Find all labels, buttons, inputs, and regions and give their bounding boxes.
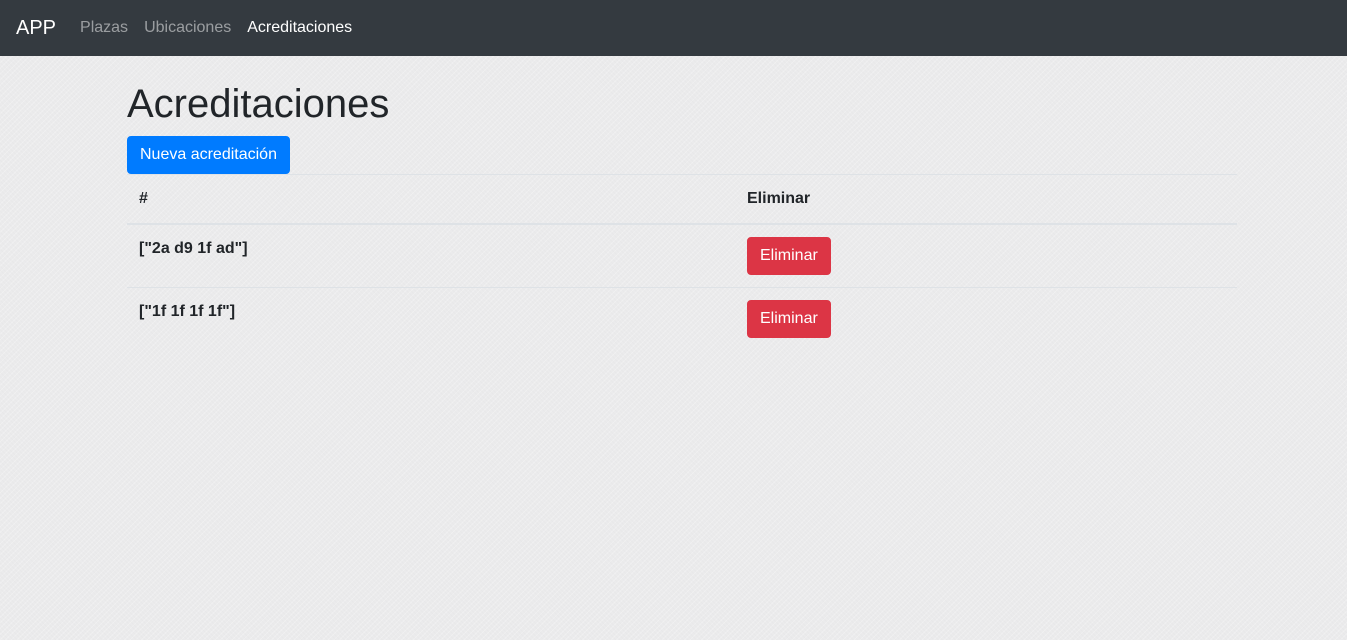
table-row: ["2a d9 1f ad"] Eliminar (127, 223, 1237, 288)
top-navbar: APP Plazas Ubicaciones Acreditaciones (0, 0, 1347, 56)
table-header-row: # Eliminar (127, 174, 1237, 225)
brand-link[interactable]: APP (16, 17, 56, 40)
nav-link-ubicaciones[interactable]: Ubicaciones (144, 19, 231, 37)
table-header: # Eliminar (127, 174, 1237, 225)
action-cell: Eliminar (735, 287, 1237, 350)
nav-link-plazas[interactable]: Plazas (80, 19, 128, 37)
table-body: ["2a d9 1f ad"] Eliminar ["1f 1f 1f 1f"]… (127, 223, 1237, 350)
main-container: Acreditaciones Nueva acreditación # Elim… (127, 56, 1237, 350)
nav-link-acreditaciones[interactable]: Acreditaciones (247, 19, 352, 37)
column-header-id: # (127, 174, 735, 225)
accreditation-id: ["1f 1f 1f 1f"] (127, 287, 735, 350)
accreditations-table: # Eliminar ["2a d9 1f ad"] Eliminar ["1f… (127, 174, 1237, 350)
delete-button[interactable]: Eliminar (747, 300, 831, 338)
new-accreditation-button[interactable]: Nueva acreditación (127, 136, 290, 174)
column-header-eliminar: Eliminar (735, 174, 1237, 225)
page-title: Acreditaciones (127, 82, 390, 126)
accreditation-id: ["2a d9 1f ad"] (127, 223, 735, 288)
delete-button[interactable]: Eliminar (747, 237, 831, 275)
table-row: ["1f 1f 1f 1f"] Eliminar (127, 287, 1237, 350)
action-cell: Eliminar (735, 223, 1237, 288)
